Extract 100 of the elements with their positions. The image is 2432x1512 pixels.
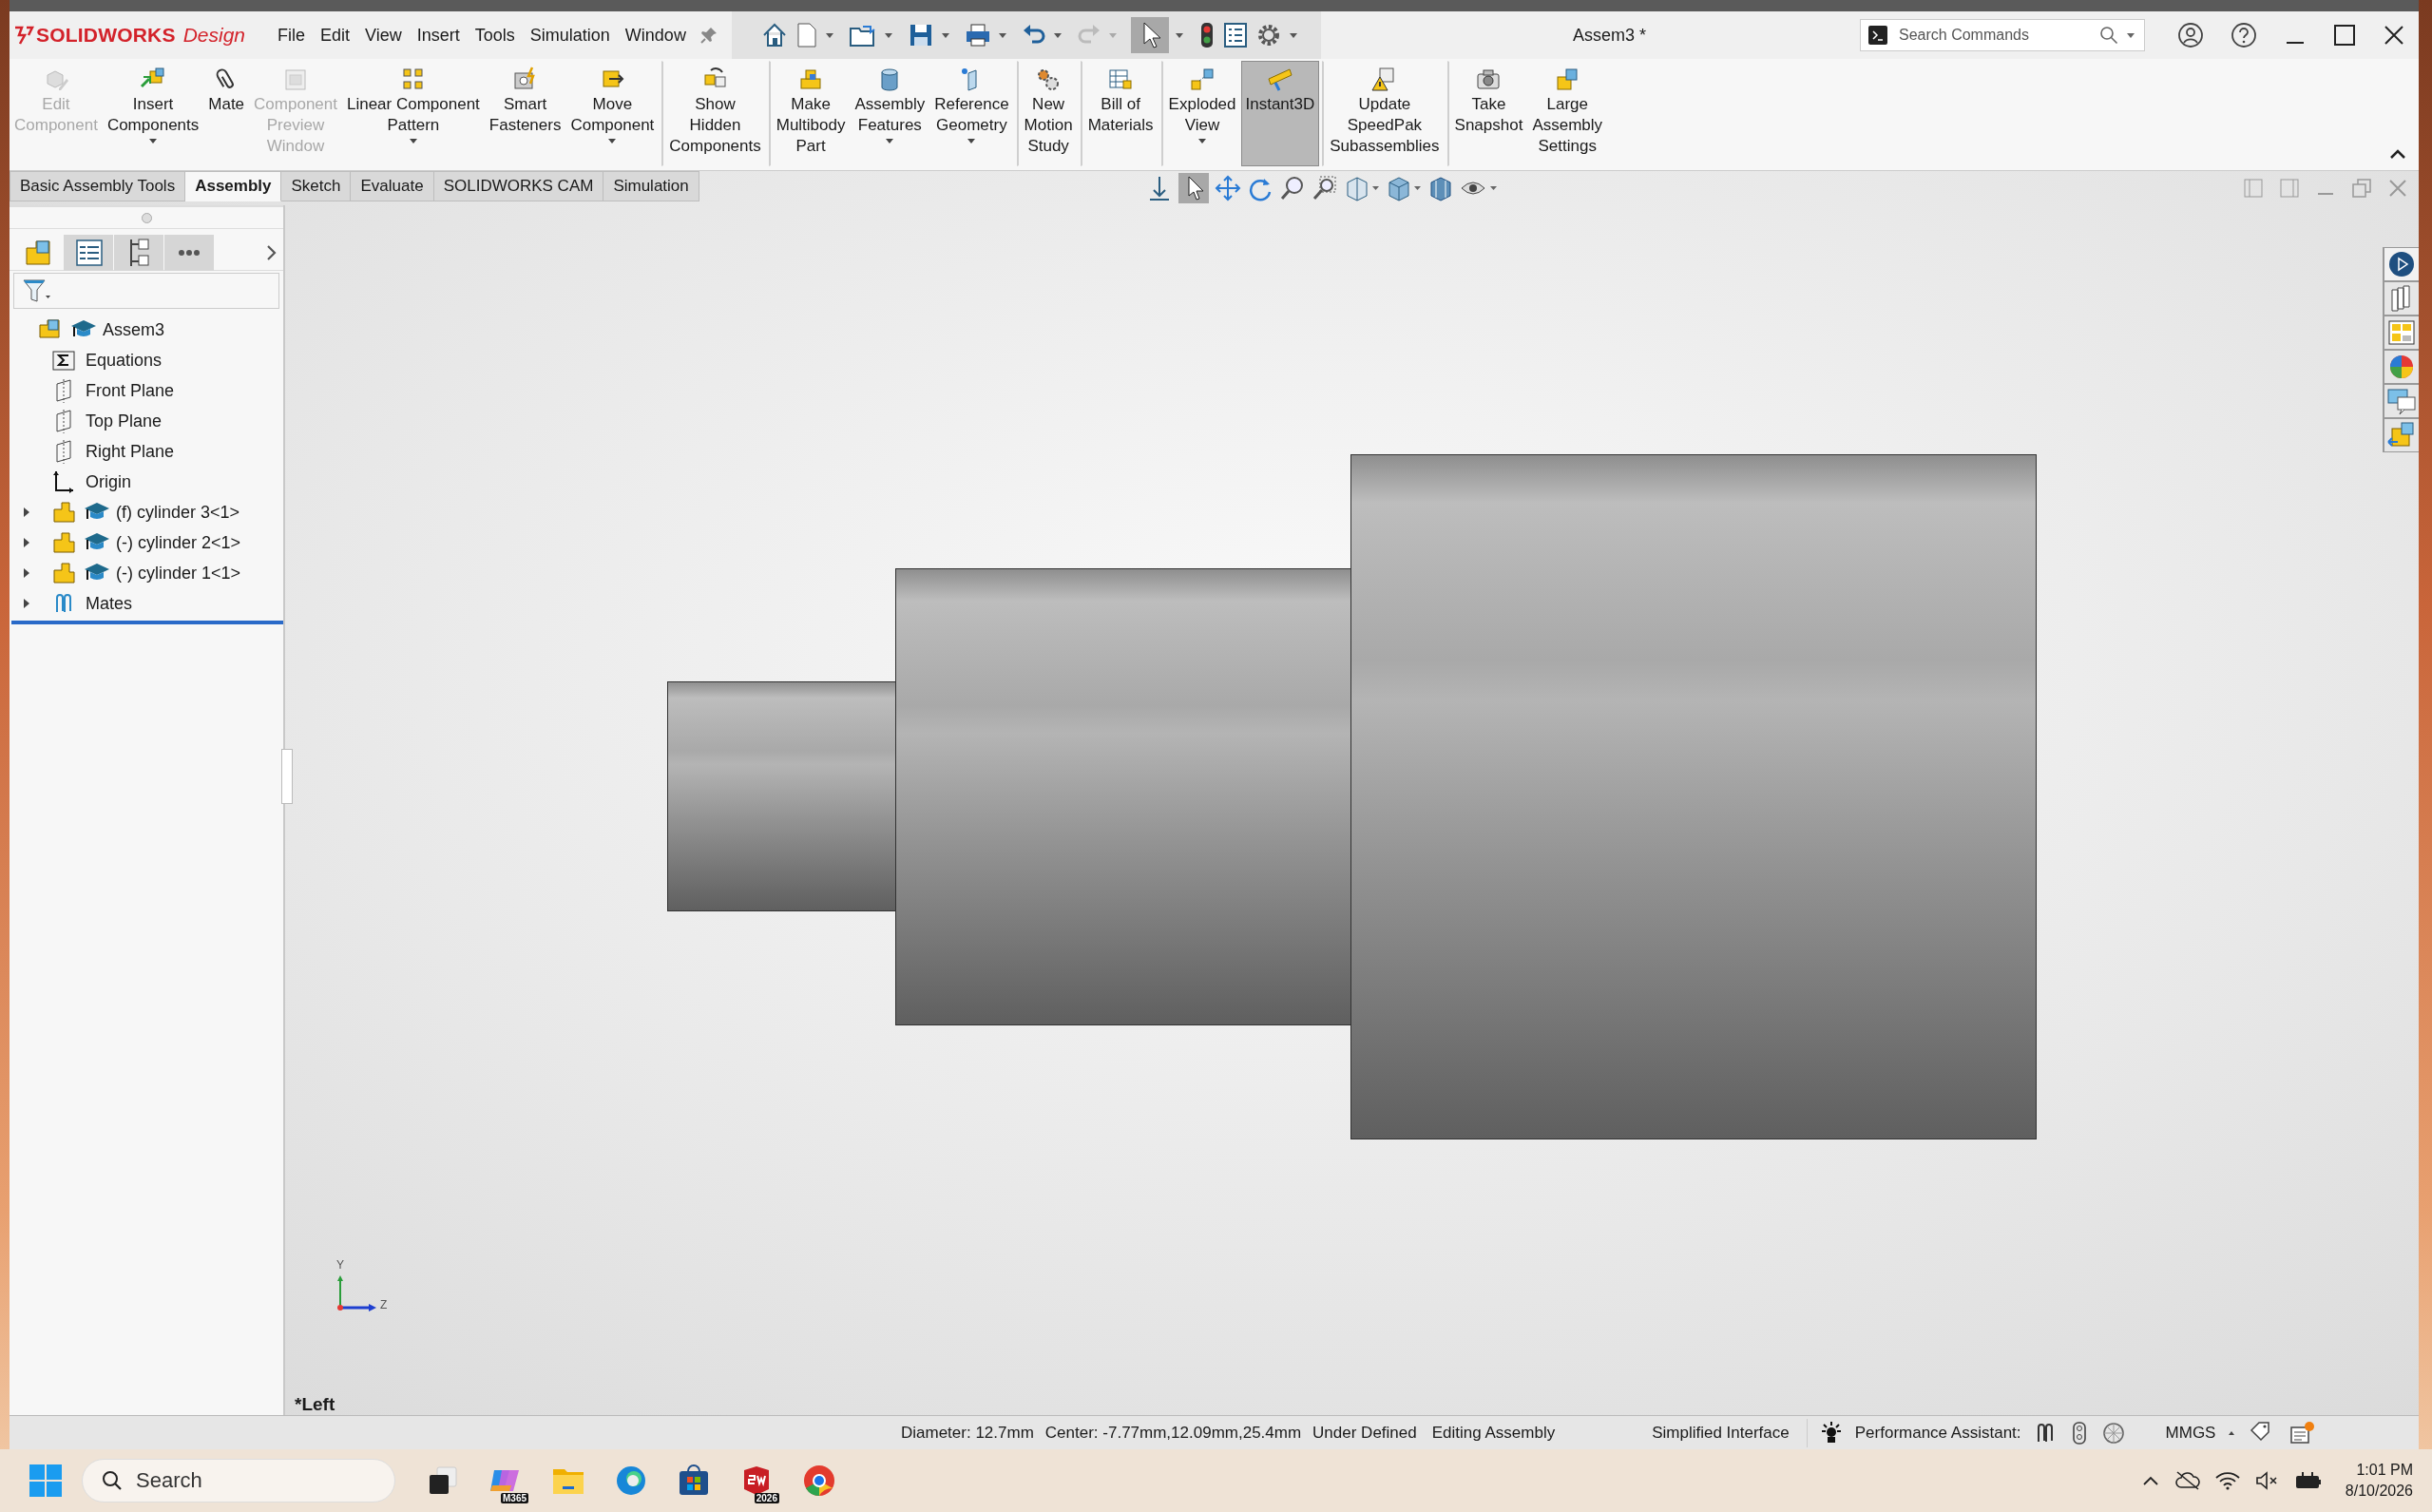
tree-item[interactable]: Equations (86, 350, 163, 371)
caret-icon[interactable] (967, 138, 977, 144)
caret-icon[interactable] (607, 138, 618, 144)
tree-item[interactable]: (-) cylinder 2<1> (116, 532, 241, 553)
ribbon-button[interactable]: Mate (203, 61, 250, 166)
caret-icon[interactable] (1197, 138, 1208, 144)
pointer-icon[interactable] (1130, 17, 1169, 53)
caret-icon[interactable] (883, 31, 893, 39)
ribbon-button[interactable]: Bill of Materials (1080, 61, 1159, 166)
browser-icon[interactable] (614, 1464, 648, 1498)
clock[interactable]: 1:01 PM 8/10/2026 (2345, 1460, 2413, 1502)
pointer-icon[interactable] (1178, 173, 1209, 203)
appearance-icon[interactable] (2384, 350, 2419, 384)
search-field[interactable]: Search Commands (1860, 19, 2145, 51)
panel-collapse-handle[interactable] (281, 749, 293, 804)
ribbon-button[interactable]: Reference Geometry (929, 61, 1014, 166)
close-icon[interactable] (2383, 24, 2405, 47)
ribbon-button[interactable]: Take Snapshot (1446, 61, 1528, 166)
caret-icon[interactable] (997, 31, 1007, 39)
collapse-ribbon-icon[interactable] (2388, 147, 2407, 161)
pan-icon[interactable] (1214, 175, 1241, 201)
wheel-icon[interactable] (2100, 1420, 2126, 1445)
caret-icon[interactable] (1174, 31, 1184, 39)
caret-icon[interactable] (824, 31, 834, 39)
tree-item[interactable]: Front Plane (86, 380, 175, 401)
tree-item[interactable]: (-) cylinder 1<1> (116, 563, 241, 584)
menu-item[interactable]: Insert (409, 25, 468, 46)
zoom-area-icon[interactable] (1311, 175, 1338, 201)
ribbon-button[interactable]: Update SpeedPak Subassemblies (1322, 61, 1445, 166)
ribbon-button[interactable]: Insert Components (102, 61, 204, 166)
menu-item[interactable]: View (357, 25, 410, 46)
more-icon[interactable] (164, 234, 214, 271)
ribbon-button[interactable]: Show Hidden Components (661, 61, 766, 166)
tree-item[interactable]: Mates (86, 593, 133, 614)
menu-item[interactable]: Simulation (522, 25, 618, 46)
menu-item[interactable]: Tools (467, 25, 523, 46)
notes-icon[interactable] (2288, 1419, 2317, 1446)
command-tab[interactable]: SOLIDWORKS CAM (433, 171, 604, 201)
cubes-icon[interactable] (2384, 418, 2419, 452)
ribbon-button[interactable]: Smart Fasteners (484, 61, 566, 166)
caret-icon[interactable] (1052, 31, 1063, 39)
maximize-icon[interactable] (2333, 24, 2356, 47)
chat-icon[interactable] (2384, 384, 2419, 418)
list-icon[interactable] (1221, 21, 1249, 49)
windows-start-icon[interactable] (29, 1464, 63, 1498)
tree-item[interactable]: Top Plane (86, 411, 163, 431)
help-icon[interactable] (2231, 22, 2257, 48)
caret-icon[interactable] (885, 138, 895, 144)
caret-icon[interactable] (1288, 31, 1298, 39)
tree-item[interactable]: Origin (86, 471, 131, 492)
property-manager-tab-icon[interactable] (64, 234, 113, 271)
ribbon-button[interactable]: New Motion Study (1016, 61, 1078, 166)
tile-left-icon[interactable] (2242, 177, 2265, 200)
ribbon-button[interactable]: Make Multibody Part (768, 61, 851, 166)
expand-arrow-icon[interactable] (22, 598, 31, 609)
expand-arrow-icon[interactable] (22, 537, 31, 548)
tile-right-icon[interactable] (2278, 177, 2301, 200)
taskbar-search-field[interactable]: Search (82, 1459, 395, 1502)
panel-handle[interactable] (141, 212, 152, 223)
units-selector[interactable]: MMGS (2165, 1423, 2216, 1443)
filter-icon[interactable] (22, 277, 50, 305)
status-text: Under Defined (1312, 1423, 1417, 1443)
wifi-icon[interactable] (2213, 1469, 2241, 1492)
command-tab[interactable]: Basic Assembly Tools (10, 171, 186, 201)
expand-arrow-icon[interactable] (22, 507, 31, 518)
caret-icon[interactable] (408, 138, 418, 144)
command-tab[interactable]: Simulation (603, 171, 699, 201)
ribbon-button[interactable]: Large Assembly Settings (1527, 61, 1608, 166)
sigma-icon (51, 348, 76, 373)
terminal-icon (1867, 25, 1888, 46)
caret-icon[interactable] (2126, 31, 2135, 39)
library-icon[interactable] (2384, 281, 2419, 316)
expand-arrow-icon[interactable] (22, 567, 31, 579)
command-tab[interactable]: Evaluate (351, 171, 434, 201)
menu-item[interactable]: Edit (313, 25, 358, 46)
zoom-icon[interactable] (1278, 175, 1306, 201)
ribbon-button[interactable]: Move Component (565, 61, 660, 166)
search-icon[interactable] (101, 1469, 124, 1492)
status-text: Performance Assistant: (1854, 1423, 2021, 1443)
explorer-panel-icon[interactable] (2384, 316, 2419, 350)
store-icon[interactable] (677, 1464, 711, 1498)
status-text: Simplified Interface (1652, 1423, 1790, 1443)
user-icon[interactable] (2177, 22, 2204, 48)
caret-icon[interactable] (940, 31, 950, 39)
cloud-off-icon[interactable] (2173, 1469, 2201, 1492)
command-tab[interactable]: Sketch (281, 171, 352, 201)
menu-item[interactable]: Window (617, 25, 694, 46)
pin-icon[interactable] (699, 26, 718, 45)
tree-item[interactable]: Right Plane (86, 441, 175, 462)
ribbon-button[interactable]: Instant3D (1240, 61, 1320, 166)
caret-icon[interactable] (148, 138, 159, 144)
command-tab[interactable]: Assembly (185, 171, 282, 201)
ribbon-button[interactable]: Assembly Features (850, 61, 930, 166)
tree-item[interactable]: Assem3 (103, 319, 165, 340)
resources-icon[interactable] (2384, 247, 2419, 281)
menu-item[interactable]: File (270, 25, 313, 46)
browser-icon[interactable] (802, 1464, 836, 1498)
tree-item[interactable]: (f) cylinder 3<1> (116, 502, 240, 523)
configuration-tab-icon[interactable] (114, 234, 163, 271)
ribbon-button[interactable]: Linear Component Pattern (341, 61, 485, 166)
